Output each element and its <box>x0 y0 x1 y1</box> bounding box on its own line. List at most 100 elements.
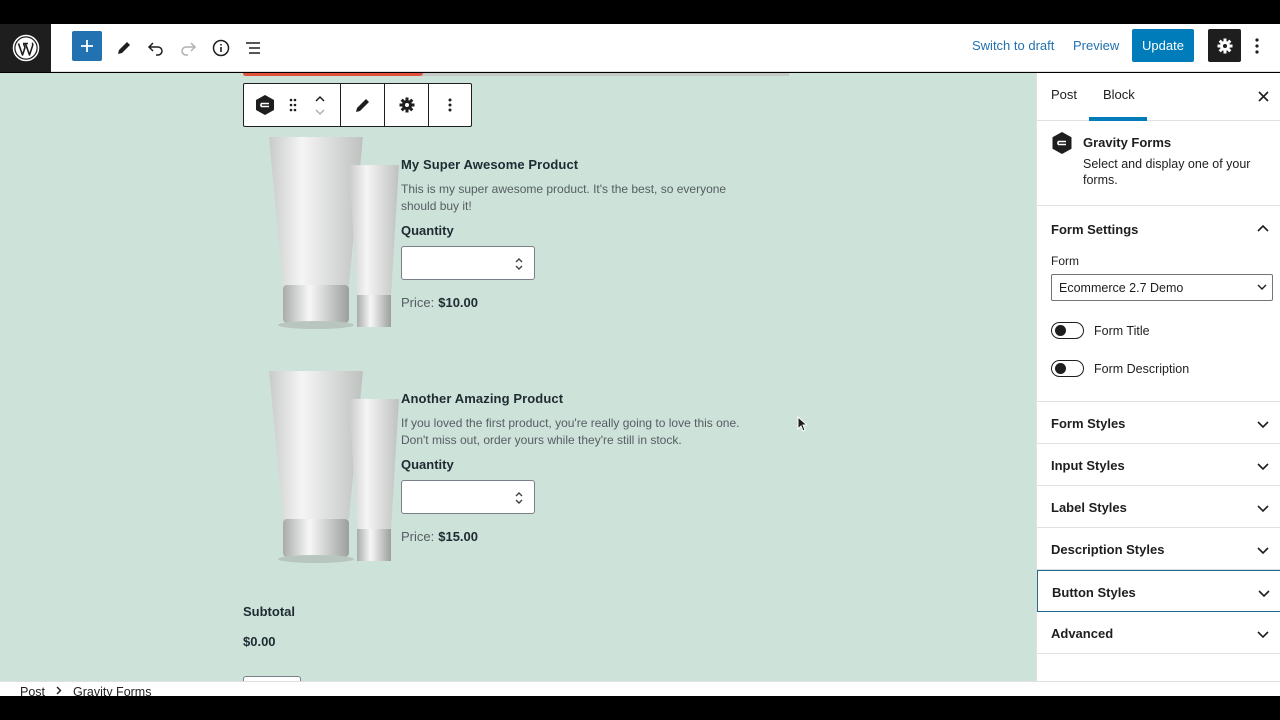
gravity-forms-icon <box>1052 132 1072 154</box>
edit-form-button[interactable] <box>341 84 385 126</box>
list-view-icon <box>246 42 260 54</box>
price-value: $10.00 <box>438 295 478 310</box>
tools-button[interactable] <box>108 32 140 64</box>
more-vertical-icon <box>448 98 452 112</box>
product-description: If you loved the first product, you're r… <box>401 416 740 447</box>
plus-icon <box>81 40 93 52</box>
wordpress-logo-icon[interactable] <box>0 24 51 72</box>
chevron-down-icon <box>1257 463 1269 471</box>
gear-icon <box>1217 38 1232 53</box>
gravity-forms-icon <box>256 95 274 115</box>
breadcrumb: Post Gravity Forms <box>0 681 1280 696</box>
screen-frame: Switch to draft Preview Update My Super … <box>0 0 1280 720</box>
redo-icon <box>181 42 197 56</box>
form-select-value: Ecommerce 2.7 Demo <box>1059 281 1184 295</box>
pencil-icon <box>118 42 130 54</box>
preview-button[interactable]: Preview <box>1073 38 1119 53</box>
options-menu-button[interactable] <box>1246 32 1268 60</box>
block-type-button[interactable] <box>244 84 286 126</box>
undo-icon <box>147 42 163 56</box>
product-price: Price: $10.00 <box>401 295 478 310</box>
close-sidebar-button[interactable] <box>1253 86 1273 106</box>
settings-sidebar: Post Block Gravity Forms Select and disp… <box>1036 73 1280 681</box>
chevron-down-icon <box>1257 505 1269 513</box>
form-progress-fill <box>243 73 424 76</box>
subtotal-value: $0.00 <box>243 634 276 649</box>
tab-block[interactable]: Block <box>1103 87 1135 102</box>
chevron-down-icon <box>1257 284 1267 290</box>
info-icon <box>212 39 230 57</box>
product-image <box>269 371 399 563</box>
form-settings-button[interactable] <box>385 84 429 126</box>
form-description-toggle-label: Form Description <box>1094 362 1190 376</box>
spinner-arrows-icon[interactable] <box>514 256 524 272</box>
add-block-button[interactable] <box>72 31 102 61</box>
sidebar-tabs: Post Block <box>1037 73 1280 121</box>
panel-advanced[interactable]: Advanced <box>1037 612 1280 654</box>
price-label: Price: <box>401 295 435 310</box>
quantity-input[interactable] <box>401 480 535 514</box>
spinner-arrows-icon[interactable] <box>514 490 524 506</box>
update-button[interactable]: Update <box>1132 29 1194 62</box>
more-vertical-icon <box>1255 38 1259 54</box>
gear-icon <box>399 97 414 113</box>
form-description-toggle[interactable] <box>1051 360 1084 377</box>
drag-handle-icon <box>289 98 297 112</box>
panel-label: Form Styles <box>1051 416 1126 431</box>
chevron-up-icon[interactable] <box>1255 221 1271 237</box>
pencil-icon <box>355 99 369 112</box>
panel-form-styles[interactable]: Form Styles <box>1037 402 1280 444</box>
product-name: My Super Awesome Product <box>401 157 579 172</box>
chevron-down-icon[interactable] <box>314 108 326 116</box>
settings-button[interactable] <box>1208 29 1241 62</box>
price-value: $15.00 <box>438 529 478 544</box>
product-description: This is my super awesome product. It's t… <box>401 182 727 213</box>
panel-input-styles[interactable]: Input Styles <box>1037 444 1280 486</box>
drag-handle[interactable] <box>286 84 300 126</box>
form-title-toggle[interactable] <box>1051 322 1084 339</box>
breadcrumb-item-post[interactable]: Post <box>20 685 45 696</box>
block-options-button[interactable] <box>429 84 471 126</box>
block-toolbar-group-move <box>244 84 341 126</box>
product-item: My Super Awesome Product This is my supe… <box>243 135 783 335</box>
list-view-button[interactable] <box>237 32 269 64</box>
form-progress-bar <box>243 73 789 76</box>
chevron-up-icon[interactable] <box>314 95 326 103</box>
form-select-label: Form <box>1051 254 1079 268</box>
tab-post[interactable]: Post <box>1051 87 1077 102</box>
block-description: Select and display one of your forms. <box>1083 157 1251 187</box>
form-title-toggle-label: Form Title <box>1094 324 1150 338</box>
panel-label: Input Styles <box>1051 458 1125 473</box>
block-toolbar <box>243 83 472 127</box>
breadcrumb-item-gravity-forms[interactable]: Gravity Forms <box>73 685 151 696</box>
chevron-down-icon <box>1257 631 1269 639</box>
quantity-label: Quantity <box>401 457 454 472</box>
switch-to-draft-button[interactable]: Switch to draft <box>972 38 1054 53</box>
panel-label: Label Styles <box>1051 500 1127 515</box>
product-name: Another Amazing Product <box>401 391 564 406</box>
subtotal-label: Subtotal <box>243 604 295 619</box>
form-select[interactable]: Ecommerce 2.7 Demo <box>1051 274 1273 301</box>
quantity-input[interactable] <box>401 246 535 280</box>
editor-canvas[interactable]: My Super Awesome Product This is my supe… <box>0 73 1036 681</box>
panel-description-styles[interactable]: Description Styles <box>1037 528 1280 570</box>
chevron-down-icon <box>1257 421 1269 429</box>
form-settings-heading[interactable]: Form Settings <box>1051 222 1138 237</box>
mouse-cursor-icon <box>797 416 807 432</box>
panel-button-styles[interactable]: Button Styles <box>1037 570 1280 612</box>
product-item: Another Amazing Product If you loved the… <box>243 369 783 569</box>
price-label: Price: <box>401 529 435 544</box>
panel-label: Button Styles <box>1052 585 1136 600</box>
undo-button[interactable] <box>140 32 172 64</box>
block-card: Gravity Forms Select and display one of … <box>1037 122 1280 206</box>
panel-label-styles[interactable]: Label Styles <box>1037 486 1280 528</box>
close-icon <box>1257 90 1269 102</box>
panel-label: Description Styles <box>1051 542 1165 557</box>
details-button[interactable] <box>205 32 237 64</box>
quantity-label: Quantity <box>401 223 454 238</box>
move-buttons[interactable] <box>300 84 340 126</box>
redo-button[interactable] <box>172 32 204 64</box>
product-price: Price: $15.00 <box>401 529 478 544</box>
block-title: Gravity Forms <box>1083 135 1172 150</box>
product-image <box>269 137 399 329</box>
